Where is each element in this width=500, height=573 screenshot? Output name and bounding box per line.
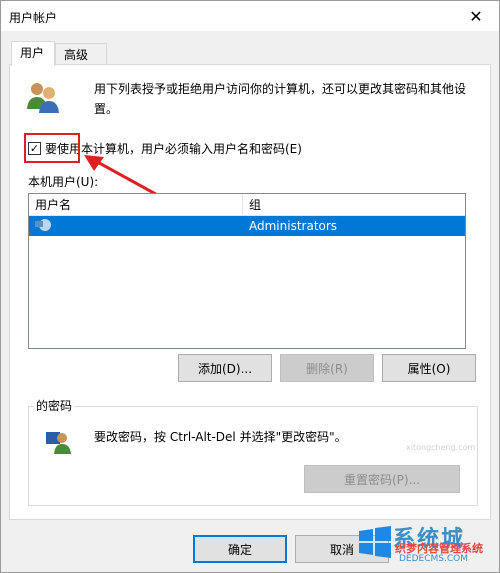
site-watermark-en: DEDECMS.COM — [399, 554, 468, 564]
table-row[interactable]: Administrators — [29, 216, 465, 236]
title-bar: 用户帐户 ✕ — [1, 1, 499, 31]
properties-button[interactable]: 属性(O) — [382, 354, 476, 382]
intro-text: 用下列表授予或拒绝用户访问你的计算机，还可以更改其密码和其他设置。 — [94, 82, 467, 116]
password-group-title: 的密码 — [34, 397, 75, 414]
tab-users[interactable]: 用户 — [11, 41, 55, 66]
add-user-button[interactable]: 添加(D)... — [178, 354, 272, 382]
password-instructions: 要改密码，按 Ctrl-Alt-Del 并选择"更改密码"。 — [94, 430, 347, 444]
column-header-group[interactable]: 组 — [243, 194, 465, 216]
window-title: 用户帐户 — [9, 11, 58, 25]
close-button[interactable]: ✕ — [453, 1, 499, 31]
users-icon — [27, 83, 59, 113]
column-header-username[interactable]: 用户名 — [29, 194, 243, 216]
side-watermark: xitongcheng.com — [406, 443, 476, 452]
user-icon — [35, 219, 51, 231]
reset-password-button[interactable]: 重置密码(P)... — [304, 465, 460, 493]
list-header: 用户名 组 — [29, 194, 465, 216]
user-password-icon — [46, 432, 71, 454]
local-users-list[interactable]: 用户名 组 Administrators — [28, 193, 466, 349]
row-group: Administrators — [249, 219, 338, 233]
users-tab-panel: 用下列表授予或拒绝用户访问你的计算机，还可以更改其密码和其他设置。 ✓ 要使用本… — [9, 64, 491, 520]
user-accounts-window: 用户帐户 ✕ 用户 高级 用下列表授予或拒绝用户访问你的计算机，还可以更改其密码… — [0, 0, 500, 573]
highlight-box — [24, 133, 80, 163]
remove-user-button[interactable]: 删除(R) — [280, 354, 374, 382]
local-users-label: 本机用户(U): — [28, 175, 99, 189]
ok-button[interactable]: 确定 — [193, 535, 287, 563]
tab-advanced[interactable]: 高级 — [55, 43, 107, 65]
